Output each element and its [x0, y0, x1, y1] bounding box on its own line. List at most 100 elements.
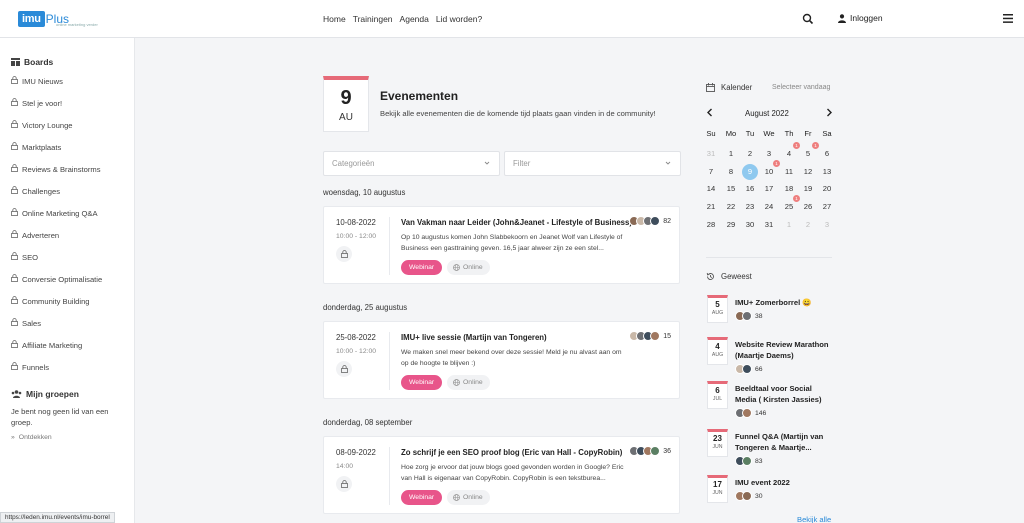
calendar-day[interactable]: 8: [721, 165, 741, 179]
logo-mark: imu: [18, 11, 45, 27]
calendar-day[interactable]: 1: [779, 218, 799, 232]
calendar-day[interactable]: 12: [798, 165, 818, 179]
calendar-day[interactable]: 18: [779, 182, 799, 196]
event-location: Online: [463, 379, 483, 386]
sidebar-item[interactable]: Online Marketing Q&A: [11, 208, 98, 218]
past-event-attendees[interactable]: 146: [735, 408, 766, 418]
sidebar-item[interactable]: Stel je voor!: [11, 98, 62, 108]
sidebar-item[interactable]: Adverteren: [11, 230, 59, 240]
calendar-day[interactable]: 3: [759, 147, 779, 161]
calendar-day[interactable]: 6: [817, 147, 837, 161]
calendar-day[interactable]: 26: [798, 200, 818, 214]
sidebar-item[interactable]: Reviews & Brainstorms: [11, 164, 101, 174]
calendar-day[interactable]: 31: [759, 218, 779, 232]
past-event-attendees[interactable]: 66: [735, 364, 763, 374]
select-today-link[interactable]: Selecteer vandaag: [772, 84, 830, 91]
past-event-attendees[interactable]: 30: [735, 491, 763, 501]
calendar-day[interactable]: 10: [759, 165, 779, 179]
calendar-day[interactable]: 13: [817, 165, 837, 179]
event-title[interactable]: Van Vakman naar Leider (John&Jeanet - Li…: [401, 218, 632, 227]
sidebar-item[interactable]: Conversie Optimalisatie: [11, 274, 102, 284]
event-card[interactable]: 25-08-2022 10:00 - 12:00 IMU+ live sessie …: [323, 321, 680, 399]
sidebar-item[interactable]: Community Building: [11, 296, 90, 306]
sidebar-item[interactable]: Sales: [11, 318, 41, 328]
calendar-day[interactable]: 17: [759, 182, 779, 196]
event-type-tag[interactable]: Webinar: [401, 260, 443, 275]
event-type-tag[interactable]: Webinar: [401, 490, 443, 505]
past-event-title[interactable]: Funnel Q&A (Martijn van Tongeren & Maart…: [735, 431, 835, 453]
today-month: AU: [339, 112, 353, 123]
next-month-icon[interactable]: [825, 108, 833, 117]
nav-home[interactable]: Home: [323, 14, 346, 24]
calendar-day[interactable]: 1: [721, 147, 741, 161]
calendar-day[interactable]: 20: [817, 182, 837, 196]
calendar-day[interactable]: 2: [740, 147, 760, 161]
past-event-title[interactable]: IMU+ Zomerborrel 😀: [735, 297, 835, 308]
event-title[interactable]: Zo schrijf je een SEO proof blog (Eric v…: [401, 448, 622, 457]
filter-select[interactable]: Filter: [504, 151, 681, 176]
past-event-attendees[interactable]: 38: [735, 311, 763, 321]
category-select[interactable]: Categorieën: [323, 151, 500, 176]
view-all-link[interactable]: Bekijk alle: [797, 515, 831, 523]
calendar-day[interactable]: 16: [740, 182, 760, 196]
boards-title: Boards: [11, 57, 53, 67]
past-event-title[interactable]: Beeldtaal voor Social Media ( Kirsten Ja…: [735, 383, 835, 405]
lock-icon: [11, 164, 18, 174]
calendar-day[interactable]: 21: [701, 200, 721, 214]
login-label: Inloggen: [850, 13, 883, 23]
attendees[interactable]: 36: [629, 446, 671, 456]
calendar-day[interactable]: 15: [721, 182, 741, 196]
sidebar-item[interactable]: Victory Lounge: [11, 120, 73, 130]
calendar-day[interactable]: 31: [701, 147, 721, 161]
past-event-title[interactable]: Website Review Marathon (Maartje Daems): [735, 339, 835, 361]
calendar-day[interactable]: 19: [798, 182, 818, 196]
calendar-day[interactable]: 22: [721, 200, 741, 214]
site-logo[interactable]: imu Plus online marketing verder: [18, 9, 98, 29]
past-events-title: Geweest: [721, 272, 752, 281]
event-title[interactable]: IMU+ live sessie (Martijn van Tongeren): [401, 333, 547, 342]
hamburger-menu-icon[interactable]: [1003, 14, 1013, 23]
calendar-day[interactable]: 24: [759, 200, 779, 214]
login-button[interactable]: Inloggen: [838, 13, 883, 23]
sidebar-item[interactable]: Affiliate Marketing: [11, 340, 82, 350]
sidebar-item-label: Marktplaats: [22, 142, 62, 152]
calendar-day[interactable]: 30: [740, 218, 760, 232]
calendar-day[interactable]: 3: [817, 218, 837, 232]
past-event-day: 17: [713, 480, 722, 489]
nav-lid-worden[interactable]: Lid worden?: [436, 14, 482, 24]
sidebar-item[interactable]: Funnels: [11, 362, 49, 372]
search-icon[interactable]: [802, 13, 814, 25]
calendar-day[interactable]: 11: [779, 165, 799, 179]
attendees[interactable]: 15: [629, 331, 671, 341]
calendar-day-today[interactable]: 9: [742, 164, 758, 180]
calendar-day[interactable]: 29: [721, 218, 741, 232]
calendar-day[interactable]: 5: [798, 147, 818, 161]
calendar-day[interactable]: 4: [779, 147, 799, 161]
calendar-day[interactable]: 27: [817, 200, 837, 214]
nav-trainingen[interactable]: Trainingen: [353, 14, 393, 24]
past-event-date-badge: 23 JUN: [707, 429, 728, 457]
past-event-title[interactable]: IMU event 2022: [735, 477, 835, 488]
sidebar-item[interactable]: Marktplaats: [11, 142, 61, 152]
calendar-day[interactable]: 2: [798, 218, 818, 232]
event-card[interactable]: 10-08-2022 10:00 - 12:00 Van Vakman naar L…: [323, 206, 680, 284]
globe-icon: [453, 379, 460, 386]
sidebar-item[interactable]: IMU Nieuws: [11, 76, 63, 86]
calendar-day[interactable]: 28: [701, 218, 721, 232]
calendar-day[interactable]: 25: [779, 200, 799, 214]
calendar-day[interactable]: 7: [701, 165, 721, 179]
calendar-day[interactable]: 23: [740, 200, 760, 214]
past-event-attendees[interactable]: 83: [735, 456, 763, 466]
sidebar-item[interactable]: SEO: [11, 252, 38, 262]
discover-link[interactable]: » Ontdekken: [11, 434, 52, 441]
event-card[interactable]: 08-09-2022 14:00 Zo schrijf je een SEO pro…: [323, 436, 680, 514]
lock-icon: [11, 274, 18, 284]
attendees[interactable]: 82: [629, 216, 671, 226]
prev-month-icon[interactable]: [706, 108, 714, 117]
category-select-value: Categorieën: [332, 159, 375, 168]
event-location: Online: [463, 494, 483, 501]
event-type-tag[interactable]: Webinar: [401, 375, 443, 390]
sidebar-item[interactable]: Challenges: [11, 186, 60, 196]
nav-agenda[interactable]: Agenda: [400, 14, 429, 24]
calendar-day[interactable]: 14: [701, 182, 721, 196]
